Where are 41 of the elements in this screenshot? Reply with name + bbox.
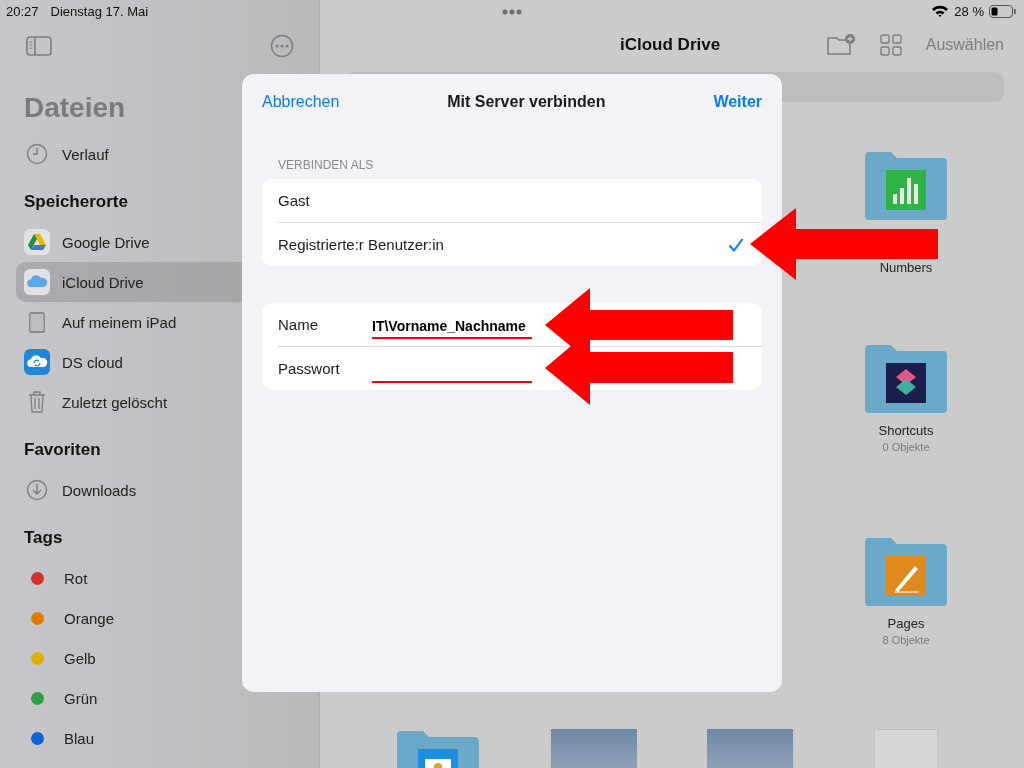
folder-title: iCloud Drive: [620, 35, 721, 55]
sidebar-item[interactable]: Orange: [16, 598, 319, 638]
option-row[interactable]: Gast: [278, 179, 762, 223]
folder-name[interactable]: Pages: [887, 616, 925, 631]
next-button[interactable]: Weiter: [713, 93, 762, 111]
status-date: Dienstag 17. Mai: [50, 3, 149, 19]
text-field[interactable]: IT\Vorname_Nachname: [372, 316, 532, 339]
sidebar-title: Dateien: [24, 92, 126, 124]
cloud-icon: [24, 269, 50, 295]
section-heading: Favoriten: [24, 440, 101, 461]
multitasking-dots-icon[interactable]: [501, 8, 523, 16]
folder-name[interactable]: Numbers: [879, 260, 933, 275]
more-icon[interactable]: [270, 34, 294, 58]
dialog-title: Mit Server verbinden: [447, 93, 606, 111]
field-label: Name: [278, 316, 319, 333]
sidebar-item[interactable]: Blau: [16, 718, 319, 758]
item-count: 8 Objekte: [882, 634, 930, 646]
sidebar-item[interactable]: Grün: [16, 678, 319, 718]
folder-icon[interactable]: [863, 343, 949, 415]
cloud-sync-icon: [24, 349, 50, 375]
checkmark-icon: [728, 237, 744, 252]
grid-view-icon[interactable]: [879, 34, 902, 56]
section-heading: Tags: [24, 528, 63, 549]
item-count: 0 Objekte: [882, 441, 930, 453]
sidebar-item[interactable]: Gelb: [16, 638, 319, 678]
folder-name[interactable]: Shortcuts: [878, 423, 934, 438]
sidebar-item[interactable]: Zuletzt gelöscht: [16, 382, 319, 422]
sidebar-toggle-icon[interactable]: [26, 36, 52, 56]
sidebar-item[interactable]: Rot: [16, 558, 319, 598]
sidebar-item[interactable]: Downloads: [16, 470, 319, 510]
status-time: 20:27: [6, 3, 39, 19]
cancel-button[interactable]: Abbrechen: [262, 93, 340, 111]
battery-icon: [989, 4, 1016, 18]
field-label: Passwort: [278, 360, 341, 377]
clock-icon: [24, 143, 50, 165]
new-folder-icon[interactable]: [825, 33, 856, 57]
battery-percent: 28 %: [954, 3, 984, 19]
download-icon: [24, 479, 50, 501]
wifi-icon: [931, 4, 950, 18]
section-heading: Speicherorte: [24, 192, 128, 213]
section-header: VERBINDEN ALS: [278, 158, 375, 172]
